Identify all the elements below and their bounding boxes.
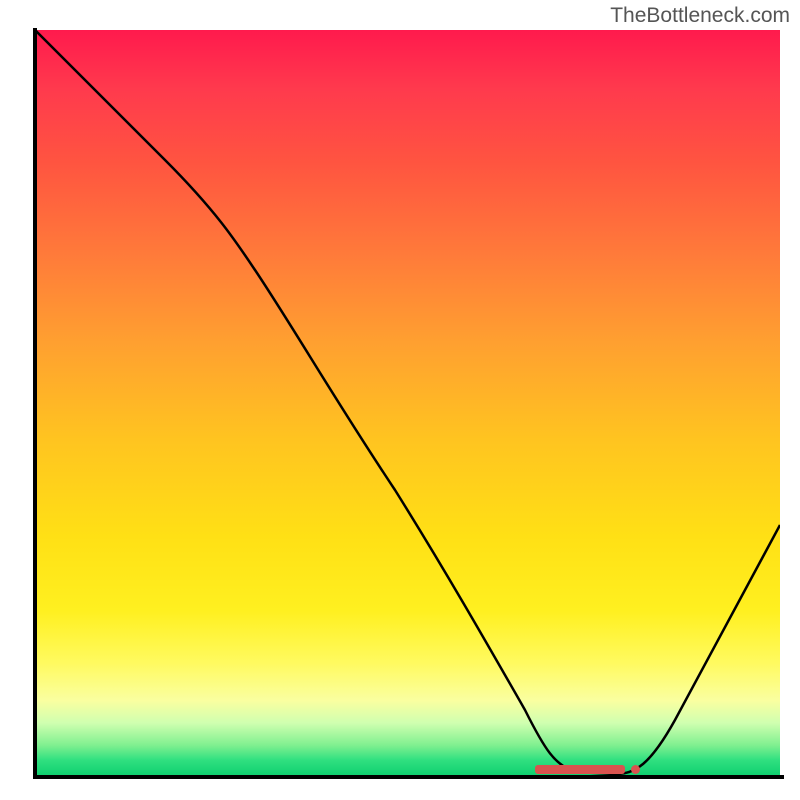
optimal-range-marker-dot (631, 765, 640, 774)
watermark-label: TheBottleneck.com (610, 4, 790, 28)
curve-path (35, 30, 780, 774)
plot-area (35, 30, 780, 775)
chart-container: TheBottleneck.com (0, 0, 800, 800)
x-axis (33, 775, 784, 779)
bottleneck-curve (35, 30, 780, 775)
optimal-range-marker (535, 765, 625, 774)
